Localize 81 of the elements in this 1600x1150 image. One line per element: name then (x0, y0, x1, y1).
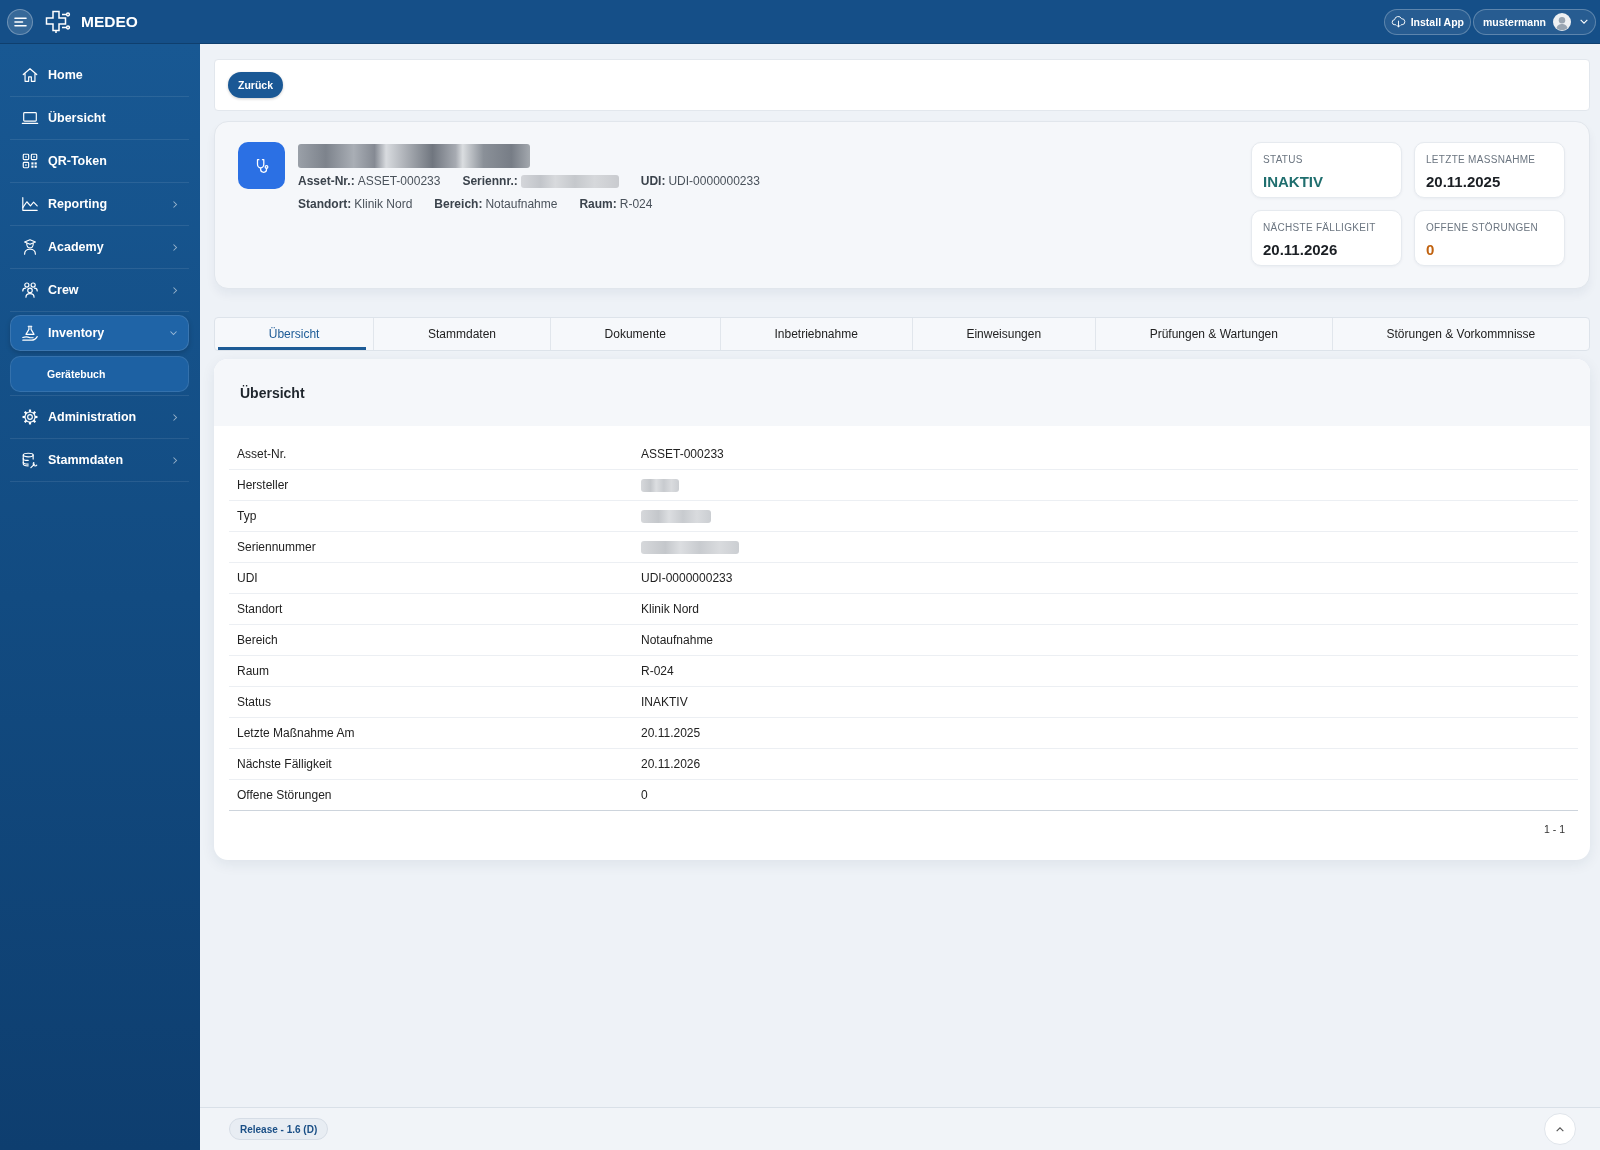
sidebar-item[interactable]: Reporting (10, 186, 189, 222)
sidebar-item[interactable]: QR-Token (10, 143, 189, 179)
chevron-up-icon (1555, 1125, 1565, 1133)
meta-label: UDI: (640, 173, 666, 190)
field-label: Typ (237, 509, 257, 523)
stat-label: LETZTE MASSNAHME (1426, 154, 1537, 166)
house-icon (21, 66, 39, 84)
laptop-icon (21, 109, 39, 127)
database-wrench-icon (21, 451, 39, 469)
tab[interactable]: Inbetriebnahme (720, 318, 913, 350)
user-menu-button[interactable]: mustermann (1473, 8, 1596, 35)
field-label: Nächste Fälligkeit (237, 757, 332, 771)
sidebar-item[interactable]: Home (10, 57, 189, 93)
field-label: Raum (237, 664, 269, 678)
meta-value: R-024 (619, 196, 653, 213)
field-label: Bereich (237, 633, 278, 647)
cloud-download-icon (1390, 15, 1406, 28)
avatar-icon (1553, 12, 1571, 31)
sidebar-subitem[interactable]: Gerätebuch (10, 356, 189, 392)
tab[interactable]: Dokumente (550, 318, 721, 350)
cross-logo-icon (45, 8, 71, 35)
tab[interactable]: Prüfungen & Wartungen (1095, 318, 1333, 350)
line-chart-icon (21, 195, 39, 213)
sidebar-item[interactable]: Stammdaten (10, 442, 189, 478)
settings-icon (21, 408, 39, 426)
stat-value: INAKTIV (1263, 173, 1324, 191)
meta-value: UDI-0000000233 (668, 173, 760, 190)
tab[interactable]: Stammdaten (374, 318, 551, 350)
field-label: Asset-Nr. (237, 447, 287, 461)
pagination-range: 1 - 1 (1544, 823, 1565, 835)
field-value: ASSET-000233 (641, 447, 724, 461)
brand-name: MEDEO (81, 12, 138, 31)
stat-value: 20.11.2026 (1263, 241, 1339, 259)
stat-value: 0 (1426, 241, 1436, 259)
people-icon (21, 281, 39, 299)
tab[interactable]: Einweisungen (912, 318, 1096, 350)
field-label: Status (237, 695, 272, 709)
stat-value: 20.11.2025 (1426, 173, 1502, 191)
field-label: Offene Störungen (237, 788, 332, 802)
field-value: 20.11.2026 (641, 757, 701, 771)
field-value: Klinik Nord (641, 602, 700, 616)
field-value: INAKTIV (641, 695, 688, 709)
menu-button[interactable] (7, 8, 33, 35)
stat-label: OFFENE STÖRUNGEN (1426, 222, 1540, 234)
qr-code-icon (21, 152, 39, 170)
stat-label: NÄCHSTE FÄLLIGKEIT (1263, 222, 1377, 234)
graduate-icon (21, 238, 39, 256)
field-label: Standort (237, 602, 283, 616)
meta-label: Standort: (298, 196, 352, 213)
meta-label: Seriennr.: (462, 173, 518, 190)
field-value: 20.11.2025 (641, 726, 701, 740)
field-label: Letzte Maßnahme Am (237, 726, 355, 740)
details-heading: Übersicht (240, 384, 305, 401)
meta-value: Notaufnahme (485, 196, 558, 213)
flask-hand-icon (21, 324, 39, 342)
back-button[interactable]: Zurück (228, 72, 283, 98)
menu-icon (13, 16, 27, 27)
tab[interactable]: Übersicht (215, 318, 375, 350)
install-app-button[interactable]: Install App (1383, 8, 1471, 35)
field-value: UDI-0000000233 (641, 571, 733, 585)
field-label: Seriennummer (237, 540, 316, 554)
release-badge: Release - 1.6 (D) (229, 1118, 329, 1140)
meta-label: Bereich: (434, 196, 483, 213)
meta-value: Klinik Nord (354, 196, 413, 213)
sidebar-item[interactable]: Administration (10, 399, 189, 435)
stat-label: STATUS (1263, 154, 1304, 166)
meta-label: Asset-Nr.: (298, 173, 355, 190)
sidebar-item[interactable]: Academy (10, 229, 189, 265)
field-value: 0 (641, 788, 648, 802)
tab[interactable]: Störungen & Vorkommnisse (1332, 318, 1589, 350)
field-label: UDI (237, 571, 258, 585)
sidebar-item[interactable]: Übersicht (10, 100, 189, 136)
meta-label: Raum: (579, 196, 617, 213)
field-label: Hersteller (237, 478, 289, 492)
field-value: Notaufnahme (641, 633, 714, 647)
stethoscope-icon (238, 142, 285, 189)
field-value: R-024 (641, 664, 674, 678)
chevron-down-icon (1579, 18, 1589, 25)
meta-value: ASSET-000233 (357, 173, 441, 190)
sidebar-item[interactable]: Crew (10, 272, 189, 308)
sidebar-item[interactable]: Inventory (10, 315, 189, 351)
